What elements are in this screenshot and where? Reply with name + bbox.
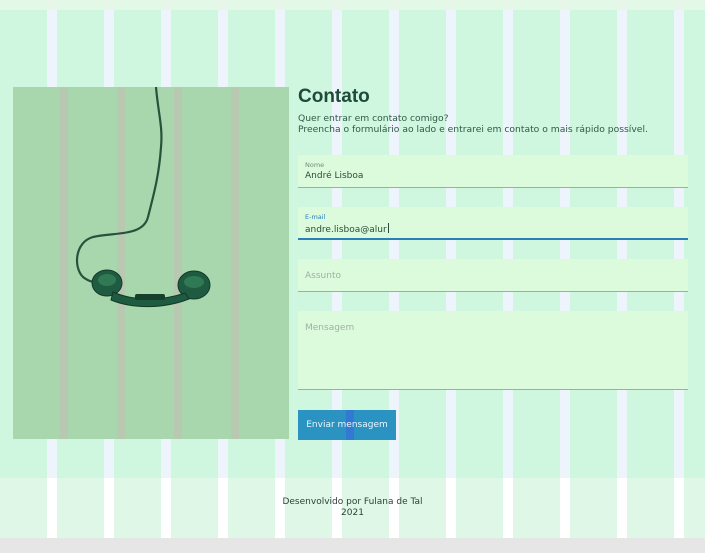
name-field[interactable]: Nome André Lisboa	[298, 155, 688, 188]
email-label: E-mail	[305, 213, 326, 221]
footer-credit: Desenvolvido por Fulana de Tal	[282, 497, 423, 507]
subject-field[interactable]: Assunto	[298, 259, 688, 292]
email-text: andre.lisboa@alur	[305, 225, 387, 235]
name-label: Nome	[305, 161, 325, 169]
text-caret	[387, 223, 389, 233]
telephone-handset-icon	[75, 87, 211, 308]
top-band	[0, 0, 705, 10]
email-field[interactable]: E-mail andre.lisboa@alur	[298, 207, 688, 240]
subject-placeholder: Assunto	[305, 271, 341, 281]
contact-header: Contato Quer entrar em contato comigo? P…	[298, 86, 688, 135]
subtitle-line: Quer entrar em contato comigo?	[298, 113, 449, 124]
send-message-button[interactable]: Enviar mensagem	[298, 410, 396, 440]
page: Contato Quer entrar em contato comigo? P…	[0, 0, 705, 538]
footer-text: Desenvolvido por Fulana de Tal 2021	[0, 497, 705, 519]
send-message-label: Enviar mensagem	[306, 420, 388, 430]
page-subtitle: Quer entrar em contato comigo? Preencha …	[298, 113, 688, 135]
message-field[interactable]: Mensagem	[298, 311, 688, 390]
subtitle-line: Preencha o formulário ao lado e entrarei…	[298, 124, 648, 135]
email-value[interactable]: andre.lisboa@alur	[305, 223, 389, 235]
message-placeholder: Mensagem	[305, 323, 355, 333]
contact-image	[13, 87, 289, 439]
page-title: Contato	[298, 86, 370, 107]
footer-year: 2021	[341, 508, 364, 518]
name-value[interactable]: André Lisboa	[305, 171, 363, 181]
